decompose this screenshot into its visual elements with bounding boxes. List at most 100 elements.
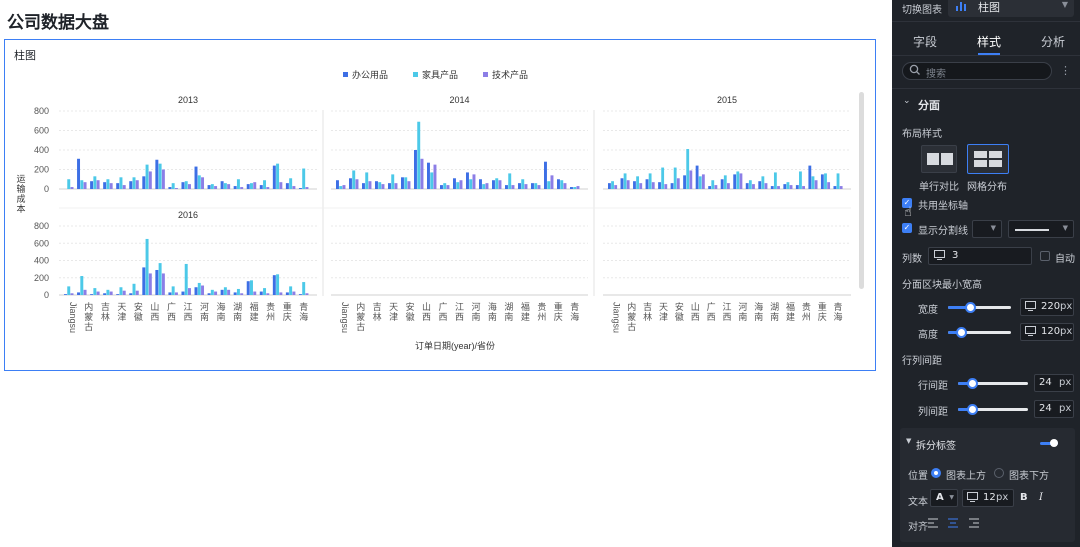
position-top-radio[interactable]: [931, 468, 941, 478]
row-gap-input[interactable]: 24 px: [1034, 374, 1074, 392]
x-tick-label-char: 徽: [406, 311, 415, 322]
width-input[interactable]: 220 px: [1020, 298, 1074, 316]
bar: [155, 159, 159, 189]
align-right-icon[interactable]: [969, 518, 980, 531]
tab-analysis[interactable]: 分析: [1041, 33, 1065, 50]
bar: [758, 181, 762, 189]
bar: [246, 281, 250, 295]
bar: [745, 183, 749, 189]
x-tick-label-char: 吉: [373, 302, 382, 312]
show-divider-checkbox[interactable]: ✓: [902, 223, 912, 233]
split-label-toggle[interactable]: [1040, 439, 1058, 447]
height-label: 高度: [918, 330, 938, 341]
x-tick-label-char: 建: [786, 311, 795, 322]
bold-button[interactable]: B: [1020, 492, 1028, 503]
x-tick-label-char: 古: [627, 321, 636, 332]
bar: [93, 176, 97, 189]
bar: [302, 168, 306, 189]
layout-single-row-option[interactable]: [921, 145, 957, 173]
caret-down-icon[interactable]: ▼: [906, 437, 911, 445]
bar: [761, 176, 765, 189]
bar: [459, 180, 463, 189]
bar: [770, 186, 774, 189]
bar: [394, 183, 398, 189]
columns-input[interactable]: 3: [928, 247, 1032, 265]
tab-style[interactable]: 样式: [977, 33, 1001, 50]
bar: [253, 291, 257, 295]
bar: [795, 185, 799, 189]
height-slider-thumb[interactable]: [955, 327, 967, 338]
width-slider-thumb[interactable]: [965, 302, 977, 313]
height-input[interactable]: 120 px: [1020, 323, 1074, 341]
bar: [210, 289, 214, 295]
columns-label: 列数: [902, 254, 922, 265]
bar: [811, 176, 815, 189]
x-tick-label-char: 古: [84, 321, 93, 332]
align-left-icon[interactable]: [928, 518, 939, 531]
y-tick-label: 400: [34, 256, 49, 266]
bar: [508, 173, 512, 189]
bar: [289, 286, 293, 295]
bar: [368, 181, 372, 189]
chart-type-value: 柱图: [978, 1, 1000, 14]
divider-color-select[interactable]: ▼: [972, 220, 1002, 238]
bar: [116, 294, 120, 295]
col-gap-slider-thumb[interactable]: [967, 404, 978, 415]
collapse-chevron-icon[interactable]: ⌄: [903, 96, 911, 106]
bar: [645, 179, 649, 189]
row-gap-label: 行间距: [918, 381, 948, 392]
chart-type-select[interactable]: 柱图 ▼: [948, 0, 1074, 17]
x-tick-label-char: 蒙: [356, 311, 365, 322]
bar: [70, 293, 74, 295]
x-tick-label-char: 徽: [675, 311, 684, 322]
x-tick-label: Jiangsu: [340, 302, 350, 333]
bar: [174, 188, 178, 189]
col-gap-slider[interactable]: [958, 404, 1028, 415]
divider-style-select[interactable]: ▼: [1008, 220, 1074, 238]
layout-grid-option[interactable]: [967, 144, 1009, 174]
tab-fields[interactable]: 字段: [913, 33, 937, 50]
x-tick-label-char: 青: [299, 301, 308, 312]
x-tick-label-char: 南: [233, 311, 242, 322]
more-icon[interactable]: ⋮: [1060, 64, 1071, 77]
x-tick-label-char: 南: [738, 311, 747, 322]
bar: [129, 181, 133, 189]
bar: [560, 180, 564, 189]
italic-button[interactable]: I: [1039, 492, 1043, 503]
bar: [135, 290, 139, 295]
x-tick-label-char: 津: [659, 312, 668, 322]
bar: [824, 173, 827, 189]
auto-checkbox[interactable]: [1040, 251, 1050, 261]
row-gap-slider-thumb[interactable]: [967, 378, 978, 389]
width-slider[interactable]: [948, 302, 1011, 313]
bar: [109, 291, 113, 295]
x-tick-label-char: 西: [183, 312, 192, 322]
bar: [70, 187, 74, 189]
row-gap-slider[interactable]: [958, 378, 1028, 389]
bar: [64, 294, 67, 295]
x-tick-label-char: 庆: [283, 311, 292, 322]
font-color-select[interactable]: A ▼: [930, 489, 958, 507]
y-axis-label-char: 运: [16, 174, 25, 184]
col-gap-input[interactable]: 24 px: [1034, 400, 1074, 418]
position-bottom-radio[interactable]: [994, 468, 1004, 478]
show-divider-label: 显示分割线: [918, 226, 968, 237]
position-label: 位置: [908, 471, 928, 482]
bar: [122, 290, 126, 295]
bar: [93, 288, 97, 295]
y-axis-label-char: 输: [16, 183, 25, 194]
font-letter: A: [936, 492, 944, 503]
font-size-input[interactable]: 12 px: [962, 489, 1014, 507]
bar: [420, 158, 424, 189]
bar: [227, 184, 231, 189]
x-tick-label-char: 广: [707, 301, 716, 312]
chart-card[interactable]: 柱图 办公用品 家具产品 技术产品 800 600 400 200 0 800 600 400 200…: [4, 39, 876, 371]
position-bottom-label: 图表下方: [1009, 471, 1049, 482]
align-center-icon[interactable]: [948, 518, 959, 531]
height-slider[interactable]: [948, 327, 1011, 338]
bar: [820, 174, 824, 189]
bar: [210, 184, 214, 189]
bar: [207, 185, 211, 189]
bar: [188, 288, 191, 295]
search-input[interactable]: 搜索: [902, 62, 1052, 80]
